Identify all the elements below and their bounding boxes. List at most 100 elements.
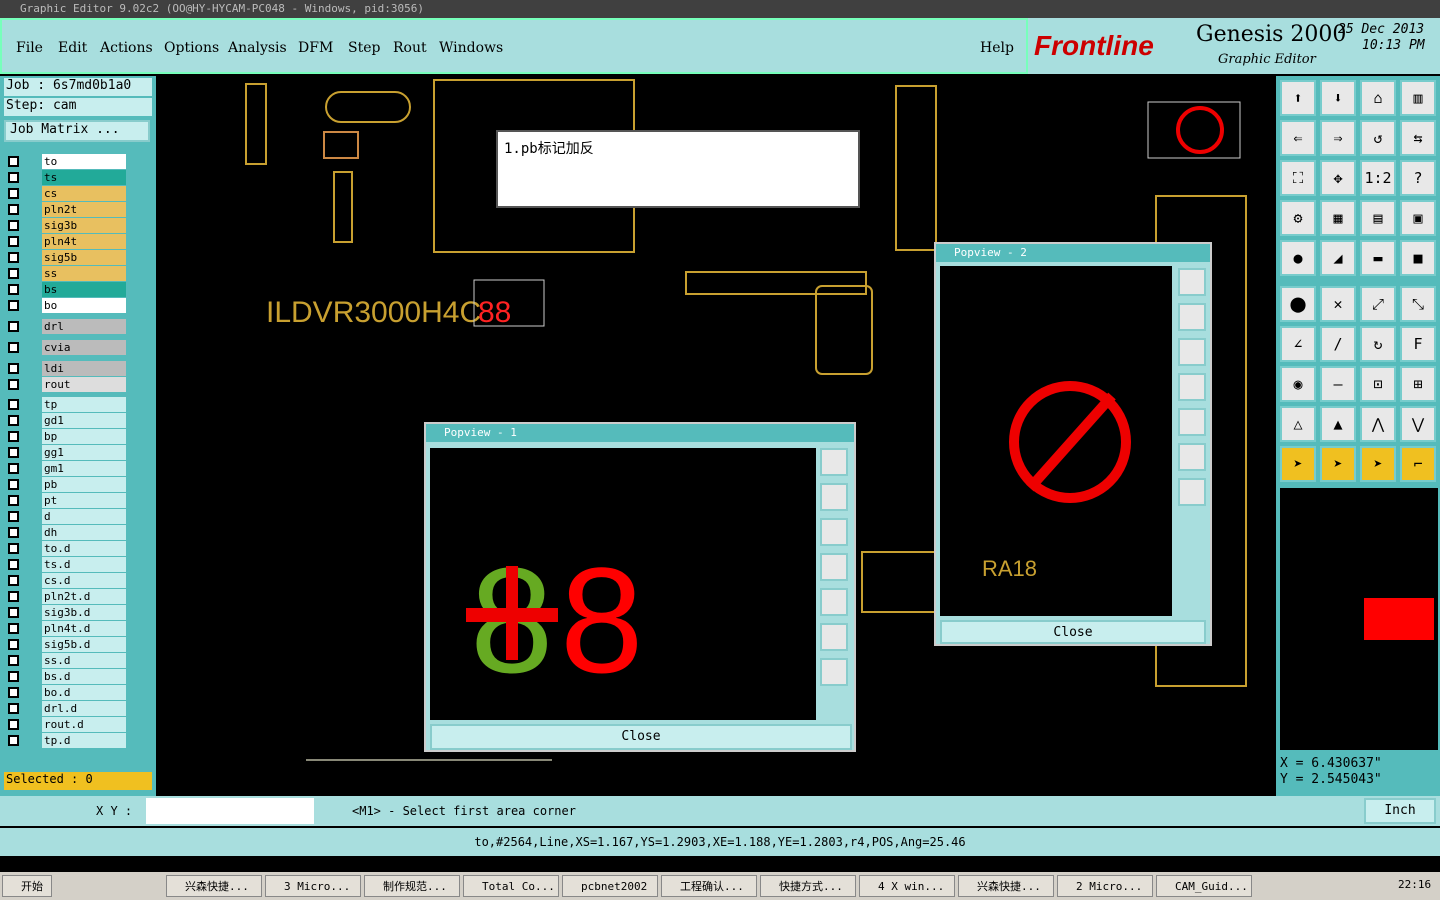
layer-row[interactable]: gg1 bbox=[4, 445, 126, 460]
layer-row[interactable]: pb bbox=[4, 477, 126, 492]
layer-row[interactable]: pln2t bbox=[4, 202, 126, 217]
layer-row[interactable]: dh bbox=[4, 525, 126, 540]
layer-row[interactable]: tp bbox=[4, 397, 126, 412]
layer-checkbox[interactable] bbox=[8, 575, 19, 586]
tool-button-icon[interactable]: ⊡ bbox=[1360, 366, 1396, 402]
layer-checkbox[interactable] bbox=[8, 399, 19, 410]
tool-button-icon[interactable]: ⬤ bbox=[1280, 286, 1316, 322]
tool-button-icon[interactable]: ▲ bbox=[1320, 406, 1356, 442]
menu-analysis[interactable]: Analysis bbox=[228, 40, 287, 56]
popview-tool-icon[interactable] bbox=[820, 448, 848, 476]
layer-checkbox[interactable] bbox=[8, 156, 19, 167]
tool-button-icon[interactable]: ⬆ bbox=[1280, 80, 1316, 116]
tool-button-icon[interactable]: ● bbox=[1280, 240, 1316, 276]
layer-row[interactable]: drl.d bbox=[4, 701, 126, 716]
popview-tool-icon[interactable] bbox=[820, 483, 848, 511]
xy-input[interactable] bbox=[146, 798, 314, 824]
layer-row[interactable]: to bbox=[4, 154, 126, 169]
layer-row[interactable]: rout.d bbox=[4, 717, 126, 732]
layer-checkbox[interactable] bbox=[8, 236, 19, 247]
tool-button-icon[interactable]: ⇐ bbox=[1280, 120, 1316, 156]
popview-tool-icon[interactable] bbox=[1178, 338, 1206, 366]
layer-checkbox[interactable] bbox=[8, 479, 19, 490]
layer-checkbox[interactable] bbox=[8, 671, 19, 682]
popview-tool-icon[interactable] bbox=[820, 553, 848, 581]
tool-button-icon[interactable]: ✥ bbox=[1320, 160, 1356, 196]
layer-row[interactable]: cs.d bbox=[4, 573, 126, 588]
layer-checkbox[interactable] bbox=[8, 321, 19, 332]
taskbar-item[interactable]: 兴森快捷... bbox=[166, 875, 262, 897]
popview-tool-icon[interactable] bbox=[1178, 268, 1206, 296]
layer-checkbox[interactable] bbox=[8, 559, 19, 570]
tool-button-icon[interactable]: ⇆ bbox=[1400, 120, 1436, 156]
layer-row[interactable]: drl bbox=[4, 319, 126, 334]
popview-tool-icon[interactable] bbox=[1178, 443, 1206, 471]
layer-checkbox[interactable] bbox=[8, 639, 19, 650]
taskbar-item[interactable]: 2 Micro... bbox=[1057, 875, 1153, 897]
taskbar-item[interactable]: Total Co... bbox=[463, 875, 559, 897]
tool-button-icon[interactable]: ⌂ bbox=[1360, 80, 1396, 116]
layer-checkbox[interactable] bbox=[8, 463, 19, 474]
tool-button-icon[interactable]: F bbox=[1400, 326, 1436, 362]
tool-button-icon[interactable]: ⤢ bbox=[1360, 286, 1396, 322]
taskbar-item[interactable]: 工程确认... bbox=[661, 875, 757, 897]
layer-row[interactable]: pln4t.d bbox=[4, 621, 126, 636]
popview-tool-icon[interactable] bbox=[1178, 373, 1206, 401]
layer-checkbox[interactable] bbox=[8, 300, 19, 311]
layer-checkbox[interactable] bbox=[8, 607, 19, 618]
layer-checkbox[interactable] bbox=[8, 703, 19, 714]
taskbar-item[interactable]: CAM_Guid... bbox=[1156, 875, 1252, 897]
unit-button[interactable]: Inch bbox=[1364, 798, 1436, 824]
menu-dfm[interactable]: DFM bbox=[298, 40, 333, 56]
tool-button-icon[interactable]: ➤ bbox=[1320, 446, 1356, 482]
tool-button-icon[interactable]: ▬ bbox=[1360, 240, 1396, 276]
overview-map[interactable] bbox=[1280, 488, 1438, 750]
layer-row[interactable]: ss.d bbox=[4, 653, 126, 668]
layer-row[interactable]: ldi bbox=[4, 361, 126, 376]
layer-row[interactable]: rout bbox=[4, 377, 126, 392]
tool-button-icon[interactable]: — bbox=[1320, 366, 1356, 402]
layer-row[interactable]: cvia bbox=[4, 340, 126, 355]
menu-file[interactable]: File bbox=[16, 40, 43, 56]
tool-button-icon[interactable]: ◢ bbox=[1320, 240, 1356, 276]
popview-tool-icon[interactable] bbox=[820, 588, 848, 616]
layer-checkbox[interactable] bbox=[8, 379, 19, 390]
menu-options[interactable]: Options bbox=[164, 40, 219, 56]
layer-checkbox[interactable] bbox=[8, 268, 19, 279]
menu-rout[interactable]: Rout bbox=[393, 40, 427, 56]
layer-checkbox[interactable] bbox=[8, 415, 19, 426]
layer-row[interactable]: gm1 bbox=[4, 461, 126, 476]
tool-button-icon[interactable]: ⋀ bbox=[1360, 406, 1396, 442]
tool-button-icon[interactable]: △ bbox=[1280, 406, 1316, 442]
layer-row[interactable]: ts bbox=[4, 170, 126, 185]
tool-button-icon[interactable]: ✕ bbox=[1320, 286, 1356, 322]
job-matrix-button[interactable]: Job Matrix ... bbox=[4, 120, 150, 142]
layer-checkbox[interactable] bbox=[8, 623, 19, 634]
tool-button-icon[interactable]: ▥ bbox=[1400, 80, 1436, 116]
popview-1-close[interactable]: Close bbox=[430, 724, 852, 750]
popview-tool-icon[interactable] bbox=[1178, 478, 1206, 506]
layer-checkbox[interactable] bbox=[8, 252, 19, 263]
layer-checkbox[interactable] bbox=[8, 655, 19, 666]
layer-row[interactable]: bs.d bbox=[4, 669, 126, 684]
tool-button-icon[interactable]: ∠ bbox=[1280, 326, 1316, 362]
layer-checkbox[interactable] bbox=[8, 447, 19, 458]
tool-button-icon[interactable]: / bbox=[1320, 326, 1356, 362]
tool-button-icon[interactable]: ▣ bbox=[1400, 200, 1436, 236]
taskbar-item[interactable]: 兴森快捷... bbox=[958, 875, 1054, 897]
tool-button-icon[interactable]: ⋁ bbox=[1400, 406, 1436, 442]
layer-row[interactable]: bo.d bbox=[4, 685, 126, 700]
layer-checkbox[interactable] bbox=[8, 284, 19, 295]
layer-checkbox[interactable] bbox=[8, 204, 19, 215]
layer-row[interactable]: sig5b.d bbox=[4, 637, 126, 652]
popview-1-canvas[interactable]: 88 bbox=[430, 448, 816, 720]
tool-button-icon[interactable]: ↻ bbox=[1360, 326, 1396, 362]
menu-step[interactable]: Step bbox=[348, 40, 380, 56]
layer-row[interactable]: sig3b bbox=[4, 218, 126, 233]
layer-checkbox[interactable] bbox=[8, 527, 19, 538]
tool-button-icon[interactable]: ⇒ bbox=[1320, 120, 1356, 156]
tool-button-icon[interactable]: 1:2 bbox=[1360, 160, 1396, 196]
tool-button-icon[interactable]: ▦ bbox=[1320, 200, 1356, 236]
layer-checkbox[interactable] bbox=[8, 172, 19, 183]
tool-button-icon[interactable]: ↺ bbox=[1360, 120, 1396, 156]
